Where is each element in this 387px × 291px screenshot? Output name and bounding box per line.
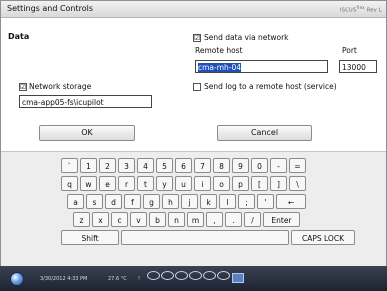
key-w[interactable]: w <box>80 176 97 191</box>
key-semicolon[interactable]: ; <box>238 194 255 209</box>
key-u[interactable]: u <box>175 176 192 191</box>
port-label: Port <box>342 46 357 55</box>
key-backslash[interactable]: \ <box>289 176 306 191</box>
remote-host-input[interactable]: cma-mh-04 <box>195 60 328 73</box>
remote-host-label: Remote host <box>195 46 243 55</box>
key-b[interactable]: b <box>149 212 166 227</box>
send-log-label: Send log to a remote host (service) <box>204 82 337 91</box>
key-backtick[interactable]: ` <box>61 158 78 173</box>
key-1[interactable]: 1 <box>80 158 97 173</box>
tray-indicator-icon <box>175 271 188 280</box>
key-5[interactable]: 5 <box>156 158 173 173</box>
key-period[interactable]: . <box>225 212 242 227</box>
key-d[interactable]: d <box>105 194 122 209</box>
key-4[interactable]: 4 <box>137 158 154 173</box>
key-o[interactable]: o <box>213 176 230 191</box>
key-e[interactable]: e <box>99 176 116 191</box>
title-bar: Settings and Controls ISCUSflex Rev L <box>1 1 386 18</box>
key-a[interactable]: a <box>67 194 84 209</box>
window-title: Settings and Controls <box>7 4 94 13</box>
key-2[interactable]: 2 <box>99 158 116 173</box>
key-7[interactable]: 7 <box>194 158 211 173</box>
tray-indicators <box>147 271 231 282</box>
key-y[interactable]: y <box>156 176 173 191</box>
taskbar: 3/30/2012 4:33 PM 27.6 °C ! <box>0 266 387 291</box>
caps-lock-key[interactable]: CAPS LOCK <box>291 230 355 245</box>
key-9[interactable]: 9 <box>232 158 249 173</box>
key-p[interactable]: p <box>232 176 249 191</box>
cancel-button[interactable]: Cancel <box>217 125 312 141</box>
space-key[interactable] <box>121 230 289 245</box>
send-log-checkbox[interactable] <box>193 83 201 91</box>
key-k[interactable]: k <box>200 194 217 209</box>
on-screen-keyboard: ` 1 2 3 4 5 6 7 8 9 0 - = q w e r t y u … <box>1 151 386 266</box>
tray-indicator-icon <box>189 271 202 280</box>
data-section-title: Data <box>8 32 30 41</box>
send-via-network-label: Send data via network <box>204 33 289 42</box>
key-h[interactable]: h <box>162 194 179 209</box>
key-equals[interactable]: = <box>289 158 306 173</box>
key-c[interactable]: c <box>111 212 128 227</box>
start-orb-icon[interactable] <box>10 272 24 286</box>
key-0[interactable]: 0 <box>251 158 268 173</box>
network-storage-checkbox[interactable]: ☑ <box>19 83 27 91</box>
port-input[interactable]: 13000 <box>339 60 377 73</box>
key-f[interactable]: f <box>124 194 141 209</box>
key-x[interactable]: x <box>92 212 109 227</box>
datetime-readout: 3/30/2012 4:33 PM <box>40 276 88 282</box>
backspace-key[interactable]: ← <box>276 194 306 209</box>
key-8[interactable]: 8 <box>213 158 230 173</box>
tray-indicator-icon <box>161 271 174 280</box>
tray-indicator-icon <box>217 271 230 280</box>
key-i[interactable]: i <box>194 176 211 191</box>
key-q[interactable]: q <box>61 176 78 191</box>
taskbar-separator: ! <box>138 276 141 282</box>
enter-key[interactable]: Enter <box>263 212 300 227</box>
key-comma[interactable]: , <box>206 212 223 227</box>
key-z[interactable]: z <box>73 212 90 227</box>
key-left-bracket[interactable]: [ <box>251 176 268 191</box>
ok-button[interactable]: OK <box>39 125 135 141</box>
key-n[interactable]: n <box>168 212 185 227</box>
key-l[interactable]: l <box>219 194 236 209</box>
settings-window: Settings and Controls ISCUSflex Rev L Da… <box>0 0 387 266</box>
key-apostrophe[interactable]: ' <box>257 194 274 209</box>
temperature-readout: 27.6 °C <box>108 276 127 282</box>
key-r[interactable]: r <box>118 176 135 191</box>
tray-indicator-icon <box>203 271 216 280</box>
key-minus[interactable]: - <box>270 158 287 173</box>
key-j[interactable]: j <box>181 194 198 209</box>
key-6[interactable]: 6 <box>175 158 192 173</box>
tray-indicator-icon <box>147 271 160 280</box>
key-g[interactable]: g <box>143 194 160 209</box>
key-v[interactable]: v <box>130 212 147 227</box>
brand-logo: ISCUSflex Rev L <box>339 5 382 14</box>
key-t[interactable]: t <box>137 176 154 191</box>
network-storage-label: Network storage <box>29 82 92 91</box>
key-right-bracket[interactable]: ] <box>270 176 287 191</box>
send-via-network-checkbox[interactable]: ☑ <box>193 34 201 42</box>
key-s[interactable]: s <box>86 194 103 209</box>
key-3[interactable]: 3 <box>118 158 135 173</box>
shift-key[interactable]: Shift <box>61 230 119 245</box>
key-m[interactable]: m <box>187 212 204 227</box>
network-storage-input[interactable]: cma-app05-fs\icupilot <box>19 95 152 108</box>
key-slash[interactable]: / <box>244 212 261 227</box>
tray-status-icon[interactable] <box>232 273 244 283</box>
